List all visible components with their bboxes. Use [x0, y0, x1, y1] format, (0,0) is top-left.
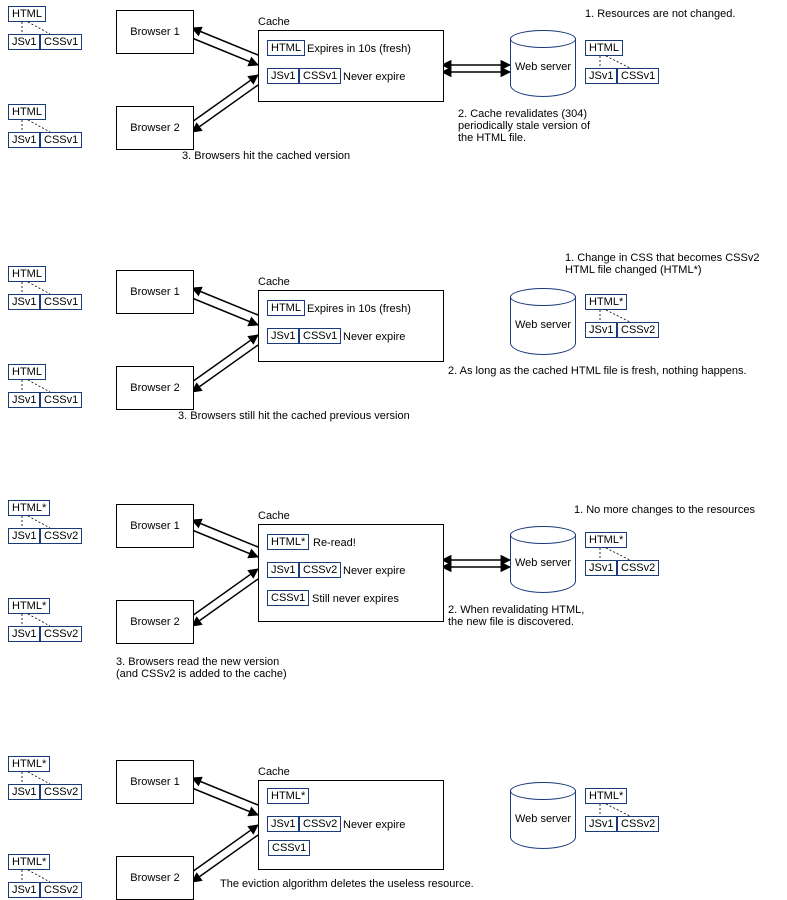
file-html: HTML [8, 266, 46, 282]
cache-css-evicted: CSSv1 [268, 840, 310, 856]
server-css: CSSv1 [617, 68, 659, 84]
cache-js: JSv1 [267, 68, 299, 84]
cache-js: JSv1 [267, 816, 299, 832]
note-1: 1. No more changes to the resources [574, 504, 755, 516]
server-css: CSSv2 [617, 816, 659, 832]
cache-label: Cache [258, 766, 290, 778]
file-js: JSv1 [8, 626, 40, 642]
server-html: HTML* [585, 788, 627, 804]
file-html: HTML* [8, 598, 50, 614]
server-css: CSSv2 [617, 322, 659, 338]
file-js: JSv1 [8, 294, 40, 310]
cache-assets-status: Never expire [343, 71, 405, 83]
note-3: 3. Browsers still hit the cached previou… [178, 410, 410, 422]
cache-css: CSSv2 [299, 562, 341, 578]
server-js: JSv1 [585, 322, 617, 338]
cache-html: HTML* [267, 534, 309, 550]
cache-css: CSSv1 [299, 328, 341, 344]
cache-html-status: Expires in 10s (fresh) [307, 43, 411, 55]
server-js: JSv1 [585, 816, 617, 832]
server-js: JSv1 [585, 68, 617, 84]
file-js: JSv1 [8, 528, 40, 544]
browser-1: Browser 1 [116, 270, 194, 314]
cache-css-old-status: Still never expires [312, 593, 399, 605]
browser-1: Browser 1 [116, 10, 194, 54]
file-html: HTML* [8, 756, 50, 772]
browser-1: Browser 1 [116, 504, 194, 548]
web-server-label: Web server [515, 813, 571, 825]
note-1: 1. Change in CSS that becomes CSSv2 HTML… [565, 252, 759, 276]
diagram: HTML JSv1 CSSv1 Browser 1 HTML JSv1 CSSv… [0, 0, 787, 897]
cache-css: CSSv1 [299, 68, 341, 84]
cache-assets-status: Never expire [343, 331, 405, 343]
cache-assets-status: Never expire [343, 565, 405, 577]
eviction-note: The eviction algorithm deletes the usele… [220, 878, 474, 890]
file-css: CSSv2 [40, 784, 82, 800]
file-html: HTML* [8, 500, 50, 516]
file-html: HTML [8, 104, 46, 120]
web-server-label: Web server [515, 557, 571, 569]
cache-label: Cache [258, 16, 290, 28]
browser-2: Browser 2 [116, 600, 194, 644]
server-html: HTML* [585, 532, 627, 548]
browser-2: Browser 2 [116, 106, 194, 150]
file-css: CSSv2 [40, 882, 82, 898]
note-3: 3. Browsers read the new version (and CS… [116, 656, 287, 680]
cylinder-top-icon [510, 526, 576, 544]
file-css: CSSv1 [40, 132, 82, 148]
cache-html: HTML [267, 300, 305, 316]
cache-css: CSSv2 [299, 816, 341, 832]
file-html: HTML [8, 364, 46, 380]
cache-html: HTML* [267, 788, 309, 804]
file-js: JSv1 [8, 882, 40, 898]
cache-html: HTML [267, 40, 305, 56]
file-css: CSSv2 [40, 528, 82, 544]
web-server-label: Web server [515, 61, 571, 73]
cache-js: JSv1 [267, 328, 299, 344]
note-3: 3. Browsers hit the cached version [182, 150, 350, 162]
file-css: CSSv1 [40, 392, 82, 408]
file-js: JSv1 [8, 784, 40, 800]
cache-js: JSv1 [267, 562, 299, 578]
file-css: CSSv1 [40, 34, 82, 50]
cache-css-old: CSSv1 [267, 590, 309, 606]
file-css: CSSv1 [40, 294, 82, 310]
file-css: CSSv2 [40, 626, 82, 642]
server-html: HTML [585, 40, 623, 56]
browser-1: Browser 1 [116, 760, 194, 804]
server-js: JSv1 [585, 560, 617, 576]
cache-label: Cache [258, 276, 290, 288]
file-js: JSv1 [8, 132, 40, 148]
browser-2: Browser 2 [116, 366, 194, 410]
cache-html-status: Expires in 10s (fresh) [307, 303, 411, 315]
web-server-label: Web server [515, 319, 571, 331]
file-html: HTML [8, 6, 46, 22]
cylinder-top-icon [510, 288, 576, 306]
cylinder-top-icon [510, 30, 576, 48]
server-css: CSSv2 [617, 560, 659, 576]
cache-assets-status: Never expire [343, 819, 405, 831]
cylinder-top-icon [510, 782, 576, 800]
file-html: HTML* [8, 854, 50, 870]
note-1: 1. Resources are not changed. [585, 8, 735, 20]
note-2: 2. Cache revalidates (304) periodically … [458, 108, 590, 144]
file-js: JSv1 [8, 34, 40, 50]
browser-2: Browser 2 [116, 856, 194, 900]
server-html: HTML* [585, 294, 627, 310]
file-js: JSv1 [8, 392, 40, 408]
note-2: 2. As long as the cached HTML file is fr… [448, 365, 747, 377]
cache-label: Cache [258, 510, 290, 522]
cache-html-status: Re-read! [313, 537, 356, 549]
note-2: 2. When revalidating HTML, the new file … [448, 604, 584, 628]
